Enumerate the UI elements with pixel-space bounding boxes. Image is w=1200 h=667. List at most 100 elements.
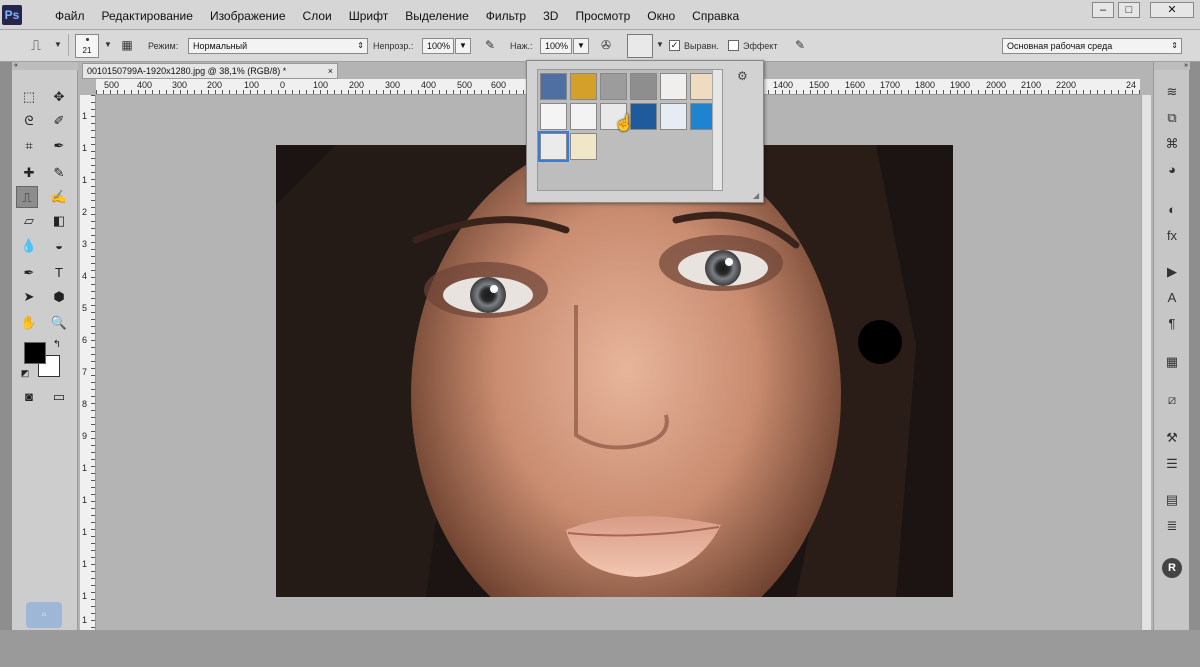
clone-source-icon[interactable]: ⚒ [1162, 428, 1182, 448]
adjustments-icon[interactable]: ◐ [1162, 200, 1182, 220]
mode-select[interactable]: Нормальный ⇕ [188, 38, 368, 54]
menu-type[interactable]: Шрифт [349, 9, 388, 23]
hand-tool-icon[interactable]: ✋ [18, 312, 40, 334]
pattern-swatch[interactable] [630, 73, 657, 100]
pattern-scrollbar[interactable] [712, 70, 722, 190]
close-tab-icon[interactable]: × [328, 64, 333, 78]
pattern-swatch[interactable] [570, 73, 597, 100]
eraser-tool-icon[interactable]: ▱ [18, 210, 40, 232]
notes-icon[interactable]: ▤ [1162, 490, 1182, 510]
eyedropper-tool-icon[interactable]: ✒ [48, 135, 70, 157]
channels-icon[interactable]: ⧉ [1162, 108, 1182, 128]
color-icon[interactable]: ◕ [1162, 160, 1182, 180]
paragraph-icon[interactable]: ¶ [1162, 314, 1182, 334]
pattern-swatch[interactable] [570, 103, 597, 130]
opacity-pressure-icon[interactable]: ✎ [482, 37, 498, 53]
airbrush-icon[interactable]: ✇ [598, 37, 614, 53]
pattern-swatch[interactable] [540, 73, 567, 100]
menu-filter[interactable]: Фильтр [486, 9, 526, 23]
align-checkbox[interactable]: ✓ [669, 40, 680, 51]
marquee-tool-icon[interactable]: ⬚ [18, 86, 40, 108]
foreground-color-swatch[interactable] [24, 342, 46, 364]
minimize-button[interactable]: – [1092, 2, 1114, 18]
pen-tool-icon[interactable]: ✒ [18, 262, 40, 284]
brush-picker-arrow-icon[interactable]: ▼ [100, 37, 116, 53]
quick-mask-icon[interactable]: ◙ [18, 386, 40, 408]
brush-preset-picker[interactable]: 21 [75, 34, 99, 58]
workspace-select[interactable]: Основная рабочая среда ⇕ [1002, 38, 1182, 54]
updown-arrow-icon: ⇕ [357, 41, 364, 50]
menu-image[interactable]: Изображение [210, 9, 286, 23]
type-tool-icon[interactable]: T [48, 262, 70, 284]
swap-colors-icon[interactable]: ↰ [46, 334, 68, 356]
close-button[interactable]: ✕ [1150, 2, 1194, 18]
dodge-tool-icon[interactable]: ◒ [48, 235, 70, 257]
tool-preset-arrow-icon[interactable]: ▼ [50, 37, 66, 53]
vertical-ruler: 1 1 1 2 3 4 5 6 7 8 9 1 1 1 1 1 1 [80, 95, 96, 630]
ruler-label: 1 [82, 559, 88, 569]
healing-brush-tool-icon[interactable]: ✚ [18, 162, 40, 184]
menu-view[interactable]: Просмотр [575, 9, 630, 23]
pattern-swatch[interactable] [540, 103, 567, 130]
pressure-field[interactable]: 100% [540, 38, 572, 54]
effect-checkbox[interactable] [728, 40, 739, 51]
menu-layers[interactable]: Слои [303, 9, 332, 23]
resize-grip-icon[interactable]: ◢ [753, 191, 759, 200]
move-tool-icon[interactable]: ✥ [48, 86, 70, 108]
brush-tool-icon[interactable]: ✎ [48, 162, 70, 184]
image-canvas[interactable] [276, 145, 953, 597]
plugin-r-icon[interactable]: R [1162, 558, 1182, 578]
default-colors-icon[interactable]: ◩ [14, 362, 36, 384]
tablet-size-icon[interactable]: ✎ [792, 37, 808, 53]
menu-file[interactable]: Файл [55, 9, 85, 23]
layers-icon[interactable]: ≋ [1162, 82, 1182, 102]
menu-select[interactable]: Выделение [405, 9, 469, 23]
dock-expand-icon[interactable]: » [1154, 62, 1190, 70]
styles-icon[interactable]: fx [1162, 226, 1182, 246]
pattern-swatch[interactable] [538, 131, 569, 162]
pressure-dropdown-icon[interactable]: ▼ [573, 38, 589, 54]
menu-3d[interactable]: 3D [543, 9, 558, 23]
pattern-picker-arrow-icon[interactable]: ▼ [652, 37, 668, 53]
document-tab[interactable]: 0010150799A-1920x1280.jpg @ 38,1% (RGB/8… [82, 63, 338, 79]
gradient-tool-icon[interactable]: ◧ [48, 210, 70, 232]
pattern-stamp-tool-icon[interactable]: ⎍ [28, 37, 44, 53]
actions-icon[interactable]: ▶ [1162, 262, 1182, 282]
pattern-swatch[interactable] [630, 103, 657, 130]
quick-selection-tool-icon[interactable]: ✐ [48, 110, 70, 132]
menu-help[interactable]: Справка [692, 9, 739, 23]
opacity-dropdown-icon[interactable]: ▼ [455, 38, 471, 54]
path-selection-tool-icon[interactable]: ➤ [18, 286, 40, 308]
menu-window[interactable]: Окно [647, 9, 675, 23]
blur-tool-icon[interactable]: 💧 [18, 235, 40, 257]
right-panel-dock: » ≋ ⧉ ⌘ ◕ ◐ fx ▶ A ¶ ▦ ⧄ ⚒ ☰ ▤ ≣ R [1153, 62, 1190, 630]
pattern-swatch[interactable] [570, 133, 597, 160]
pattern-swatch[interactable] [660, 103, 687, 130]
menu-edit[interactable]: Редактирование [102, 9, 193, 23]
ruler-label: 600 [491, 80, 507, 90]
brush-panel-toggle-icon[interactable]: ▦ [119, 37, 135, 53]
bottom-bar [0, 630, 1200, 667]
lasso-tool-icon[interactable]: ᘓ [18, 110, 40, 132]
history-brush-tool-icon[interactable]: ✍ [48, 186, 70, 208]
pattern-swatch[interactable] [600, 73, 627, 100]
stamp-tool-icon[interactable]: ⎍ [16, 186, 38, 208]
maximize-button[interactable]: □ [1118, 2, 1140, 18]
gear-icon[interactable]: ⚙ [737, 69, 748, 83]
ruler-label: 5 [82, 303, 88, 313]
pattern-swatch[interactable] [660, 73, 687, 100]
info-icon[interactable]: ≣ [1162, 516, 1182, 536]
opacity-field[interactable]: 100% [422, 38, 454, 54]
vertical-scrollbar[interactable] [1141, 95, 1151, 630]
screen-mode-icon[interactable]: ▭ [48, 386, 70, 408]
shape-tool-icon[interactable]: ⬢ [48, 286, 70, 308]
zoom-tool-icon[interactable]: 🔍 [48, 312, 70, 334]
pattern-picker-button[interactable] [627, 34, 653, 58]
paths-icon[interactable]: ⌘ [1162, 134, 1182, 154]
swatches-icon[interactable]: ▦ [1162, 352, 1182, 372]
panel-collapse-icon[interactable]: « [12, 62, 78, 70]
crop-tool-icon[interactable]: ⌗ [18, 135, 40, 157]
tool-presets-icon[interactable]: ☰ [1162, 454, 1182, 474]
character-icon[interactable]: A [1162, 288, 1182, 308]
navigator-icon[interactable]: ⧄ [1162, 390, 1182, 410]
